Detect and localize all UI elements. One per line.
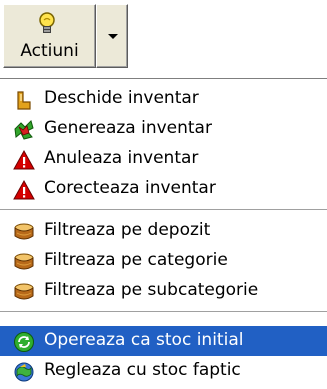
menu-separator xyxy=(0,209,327,211)
menu-item-regleaza-stoc-faptic[interactable]: Regleaza cu stoc faptic xyxy=(0,356,327,386)
actiuni-menu: Deschide inventar Genereaza inventar Anu… xyxy=(0,78,327,389)
open-lock-icon xyxy=(17,91,31,110)
menu-separator xyxy=(0,311,327,313)
toolbar: Actiuni xyxy=(0,0,327,78)
menu-item-filtreaza-categorie[interactable]: Filtreaza pe categorie xyxy=(0,246,327,276)
menu-item-anuleaza-inventar[interactable]: Anuleaza inventar xyxy=(0,144,327,174)
menu-item-label: Filtreaza pe subcategorie xyxy=(44,280,259,300)
menu-item-opereaza-stoc-initial[interactable]: Opereaza ca stoc initial xyxy=(0,326,327,356)
actiuni-button[interactable]: Actiuni xyxy=(3,4,96,68)
menu-item-filtreaza-subcategorie[interactable]: Filtreaza pe subcategorie xyxy=(0,276,327,306)
menu-item-label: Anuleaza inventar xyxy=(44,148,199,168)
filter-box-icon xyxy=(14,223,34,240)
warning-icon xyxy=(13,149,35,170)
menu-item-deschide-inventar[interactable]: Deschide inventar xyxy=(0,84,327,114)
actiuni-label: Actiuni xyxy=(20,41,79,61)
filter-box-icon xyxy=(14,253,34,270)
menu-item-filtreaza-depozit[interactable]: Filtreaza pe depozit xyxy=(0,216,327,246)
filter-box-icon xyxy=(14,283,34,300)
menu-item-genereaza-inventar[interactable]: Genereaza inventar xyxy=(0,114,327,144)
menu-item-corecteaza-inventar[interactable]: Corecteaza inventar xyxy=(0,174,327,204)
chevron-down-icon xyxy=(108,34,118,39)
adjust-icon xyxy=(14,362,34,382)
menu-item-label: Deschide inventar xyxy=(44,88,199,108)
menu-item-label: Opereaza ca stoc initial xyxy=(44,330,244,350)
menu-item-label: Filtreaza pe depozit xyxy=(44,220,211,240)
menu-item-label: Genereaza inventar xyxy=(44,118,212,138)
warning-icon xyxy=(13,179,35,200)
actiuni-dropdown-button[interactable] xyxy=(96,4,128,68)
lightbulb-icon xyxy=(39,12,55,33)
menu-item-label: Filtreaza pe categorie xyxy=(44,250,228,270)
menu-item-label: Regleaza cu stoc faptic xyxy=(44,360,241,380)
refresh-icon xyxy=(14,332,34,352)
generate-icon xyxy=(14,120,34,140)
menu-item-label: Corecteaza inventar xyxy=(44,178,216,198)
